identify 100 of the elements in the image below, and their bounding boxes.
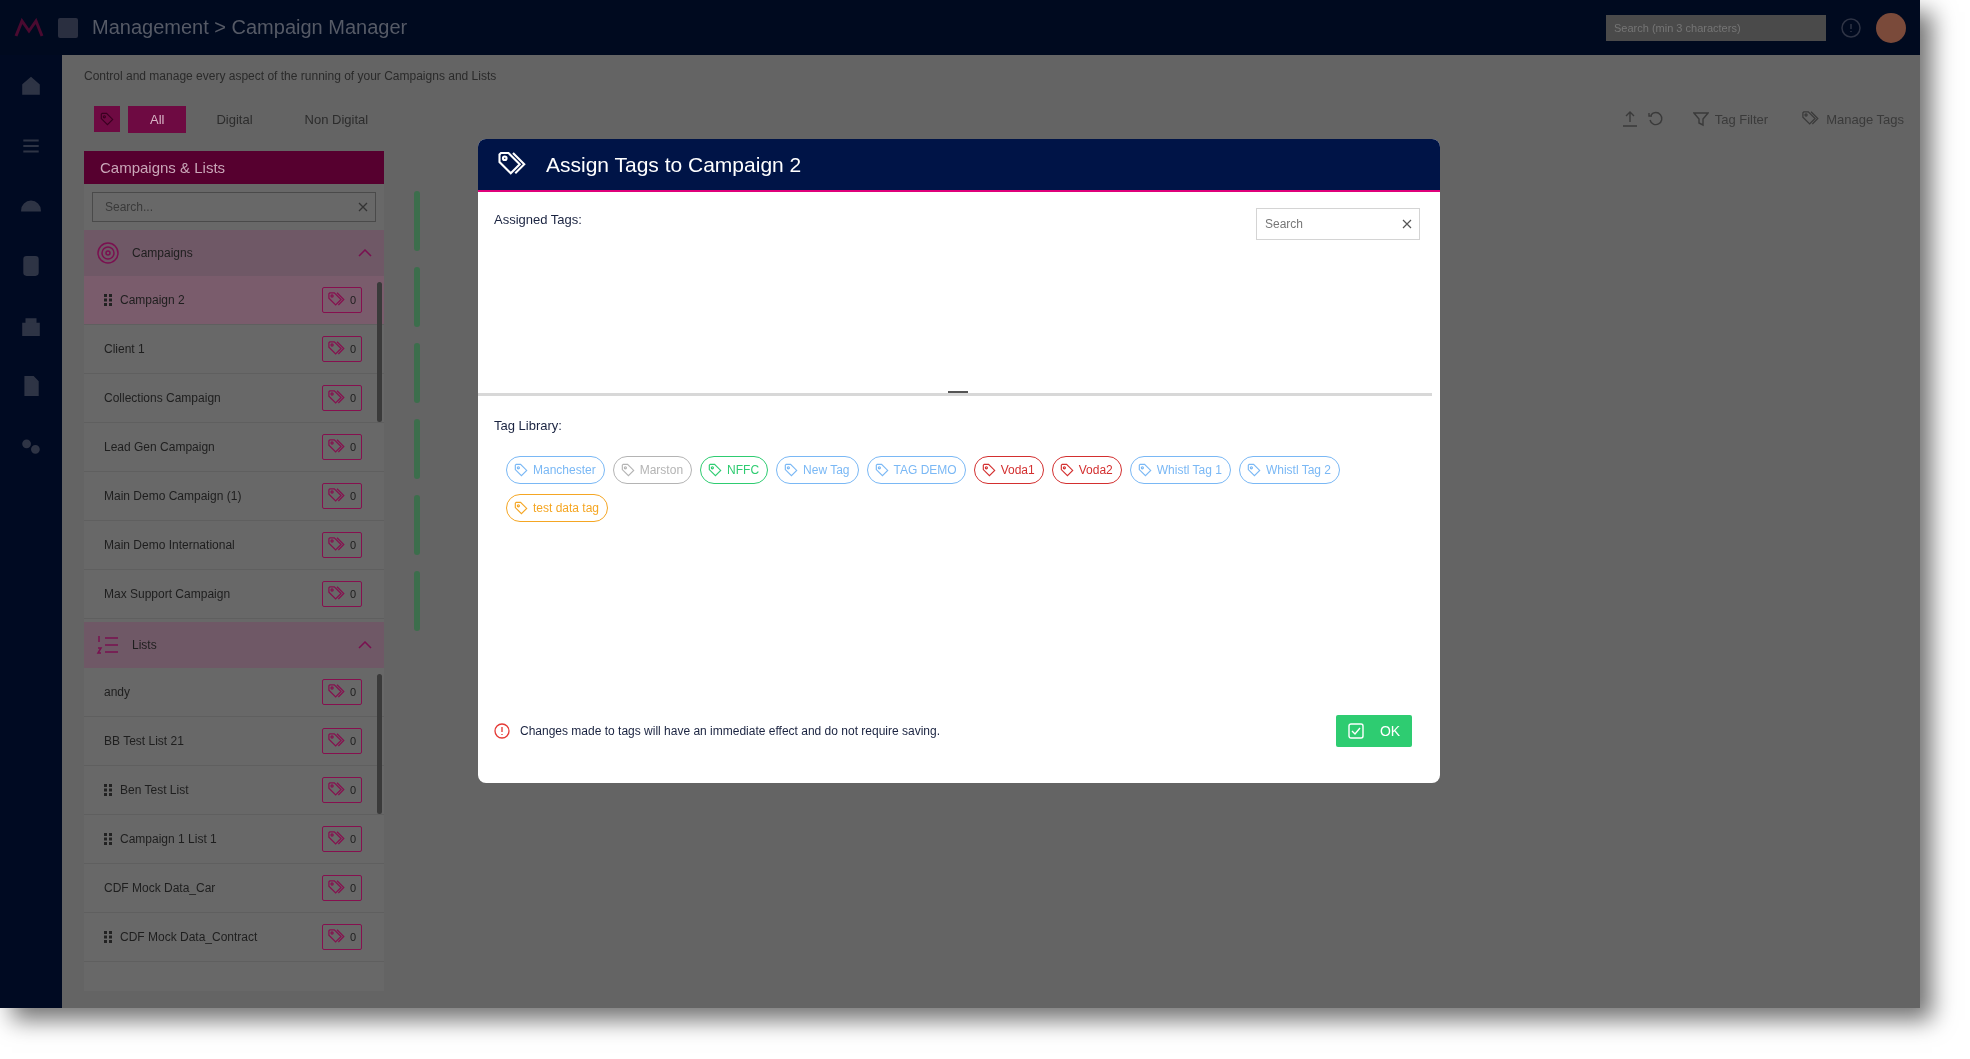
- tag-library-label: Tag Library:: [494, 418, 562, 433]
- tag-count-button[interactable]: 0: [321, 924, 362, 950]
- item-name: CDF Mock Data_Car: [104, 881, 217, 895]
- tag-count-button[interactable]: 0: [321, 777, 362, 803]
- tag-count-button[interactable]: 0: [321, 483, 362, 509]
- filter-tab[interactable]: All: [128, 105, 187, 133]
- help-icon[interactable]: [1840, 16, 1862, 39]
- item-name: Max Support Campaign: [104, 587, 232, 601]
- tag-chip[interactable]: Whistl Tag 1: [1129, 456, 1231, 484]
- avatar[interactable]: [1876, 12, 1906, 43]
- panel-title: Campaigns & Lists: [84, 151, 384, 184]
- item-name: Main Demo Campaign (1): [104, 489, 243, 503]
- tag-search-field[interactable]: Search: [1256, 208, 1420, 240]
- filter-icon: [1692, 111, 1709, 127]
- item-name: Client 1: [104, 342, 146, 356]
- section-header[interactable]: Campaigns: [84, 230, 384, 276]
- filter-tab[interactable]: Digital: [194, 105, 275, 133]
- item-name: andy: [104, 685, 132, 699]
- tags-icon: [327, 585, 346, 603]
- item-name: Campaign 2: [120, 293, 186, 307]
- tag-toggle-button[interactable]: [94, 106, 120, 132]
- ok-button[interactable]: OK: [1336, 715, 1412, 747]
- history-icon[interactable]: [1646, 110, 1665, 128]
- tag-count-button[interactable]: 0: [321, 532, 362, 558]
- list-item[interactable]: Main Demo Campaign (1) 0: [84, 472, 384, 521]
- list-item[interactable]: Campaign 1 List 1 0: [84, 815, 384, 864]
- scrollbar-thumb[interactable]: [377, 674, 382, 814]
- grid-icon[interactable]: [58, 17, 78, 38]
- dialog-title: Assign Tags to Campaign 2: [546, 152, 802, 177]
- filter-tab[interactable]: Non Digital: [282, 105, 391, 133]
- tag-chip[interactable]: New Tag: [776, 456, 859, 484]
- item-name: Campaign 1 List 1: [120, 832, 218, 846]
- status-stripe: [414, 571, 420, 631]
- tag-icon: [874, 463, 889, 477]
- tag-count-button[interactable]: 0: [321, 336, 362, 362]
- scrollbar-thumb[interactable]: [377, 282, 382, 422]
- tag-icon: [1246, 463, 1261, 477]
- tags-icon: [327, 879, 346, 897]
- drag-handle-icon[interactable]: [104, 784, 112, 796]
- tags-icon: [327, 683, 346, 701]
- list-item[interactable]: CDF Mock Data_Car 0: [84, 864, 384, 913]
- drag-handle-icon[interactable]: [104, 294, 112, 306]
- tag-chip[interactable]: Voda2: [1051, 456, 1122, 484]
- status-stripe: [414, 419, 420, 479]
- tag-icon: [514, 463, 528, 477]
- tag-chip[interactable]: Voda1: [973, 456, 1044, 484]
- list-item[interactable]: Max Support Campaign 0: [84, 570, 384, 619]
- tags-icon: [327, 830, 346, 848]
- tags-icon: [327, 340, 346, 358]
- tags-icon: [327, 732, 346, 750]
- tag-count-button[interactable]: 0: [321, 581, 362, 607]
- checkbox-icon: [1347, 723, 1364, 739]
- tag-count-button[interactable]: 0: [321, 287, 362, 313]
- tag-chip[interactable]: Manchester: [506, 456, 605, 484]
- status-stripe: [414, 267, 420, 327]
- tag-count-button[interactable]: 0: [321, 875, 362, 901]
- drag-handle-icon[interactable]: [104, 833, 112, 845]
- tag-chip[interactable]: TAG DEMO: [866, 456, 966, 484]
- status-stripe: [414, 343, 420, 403]
- tags-icon: [327, 928, 346, 946]
- drag-handle-icon[interactable]: [104, 931, 112, 943]
- tag-count-button[interactable]: 0: [321, 679, 362, 705]
- page-title: Management > Campaign Manager: [92, 16, 408, 39]
- tag-chip[interactable]: NFFC: [700, 456, 769, 484]
- tag-count-button[interactable]: 0: [321, 826, 362, 852]
- tag-chip[interactable]: Marston: [612, 456, 693, 484]
- home-icon[interactable]: [20, 75, 42, 97]
- tags-icon: [327, 781, 346, 799]
- clear-icon[interactable]: [1402, 219, 1412, 229]
- warning-icon: [494, 723, 510, 739]
- briefcase-icon[interactable]: [20, 315, 42, 337]
- tag-icon: [1059, 463, 1074, 477]
- tags-icon: [327, 536, 346, 554]
- tag-count-button[interactable]: 0: [321, 385, 362, 411]
- tags-icon: [1802, 110, 1821, 128]
- tag-icon: [784, 463, 799, 477]
- tag-icon: [1137, 463, 1152, 477]
- tags-icon: [327, 389, 346, 407]
- tag-count-button[interactable]: 0: [321, 434, 362, 460]
- item-name: BB Test List 21: [104, 734, 185, 748]
- status-stripe: [414, 495, 420, 555]
- tag-icon: [620, 463, 635, 477]
- resize-handle[interactable]: [948, 391, 968, 393]
- tag-icon: [981, 463, 996, 477]
- logo-icon[interactable]: [14, 17, 44, 38]
- target-icon: [96, 241, 120, 265]
- tag-count-button[interactable]: 0: [321, 728, 362, 754]
- list-item[interactable]: Main Demo International 0: [84, 521, 384, 570]
- notice-text: Changes made to tags will have an immediate effect and do not require saving.: [520, 724, 942, 738]
- tags-icon: [327, 291, 346, 309]
- tag-chip[interactable]: test data tag: [506, 494, 609, 522]
- list-item[interactable]: Campaign 2 0: [84, 276, 384, 325]
- list-item[interactable]: CDF Mock Data_Contract 0: [84, 913, 384, 962]
- tag-icon: [514, 501, 528, 515]
- export-icon[interactable]: [1620, 110, 1639, 128]
- section-header[interactable]: Lists: [84, 622, 384, 668]
- tag-chip[interactable]: Whistl Tag 2: [1238, 456, 1341, 484]
- numbered-list-icon: [96, 633, 120, 657]
- status-stripe: [414, 191, 420, 251]
- list-item[interactable]: Lead Gen Campaign 0: [84, 423, 384, 472]
